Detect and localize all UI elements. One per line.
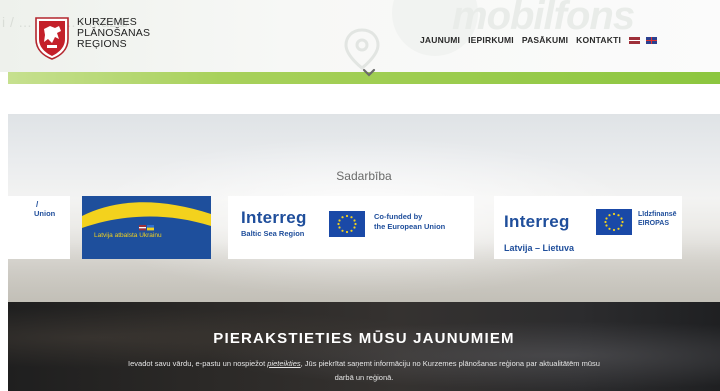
latvian-flag-icon[interactable]: [629, 36, 641, 44]
interreg-bsr-subtitle: Baltic Sea Region: [241, 229, 305, 238]
cofunded-line-2: the European Union: [374, 222, 446, 231]
partner-logo-ukraine[interactable]: Latvija atbalsta Ukrainu: [82, 196, 211, 259]
partner-logo-interreg-bsr[interactable]: Interreg Baltic Sea Region Co-funded by …: [228, 196, 474, 259]
chevron-down-icon[interactable]: [361, 68, 377, 78]
newsletter-text-before: Ievadot savu vārdu, e-pastu un nospiežot: [128, 359, 268, 368]
nav-item-contacts[interactable]: KONTAKTI: [576, 35, 621, 45]
interreg-lv-lt-subtitle: Latvija – Lietuva: [504, 243, 575, 253]
partners-title: Sadarbība: [336, 169, 392, 183]
partner-logo-interreg-lv-lt[interactable]: Interreg Līdzfinansē EIROPAS Latvija – L…: [494, 196, 682, 259]
newsletter-text-after: , Jūs piekrītat saņemt informāciju no Ku…: [300, 359, 600, 382]
partners-section: Sadarbība / Union Latvija atbalsta Ukrai…: [8, 114, 720, 302]
newsletter-section: PIERAKSTIETIES MŪSU JAUNUMIEM Ievadot sa…: [8, 302, 720, 391]
ukraine-wave-graphic: [82, 202, 211, 231]
ukraine-support-prefix: Latvija atbalsta: [94, 232, 138, 239]
interreg-brand: Interreg: [241, 208, 307, 227]
nav-item-events[interactable]: PASĀKUMI: [522, 35, 568, 45]
background-map-pin-icon: [344, 28, 380, 70]
carousel-prev-icon[interactable]: [18, 218, 30, 236]
newsletter-description: Ievadot savu vārdu, e-pastu un nospiežot…: [128, 357, 600, 385]
logo-text: KURZEMES PLĀNOŠANAS REĢIONS: [77, 17, 150, 50]
eu-flag-icon: [596, 209, 632, 235]
nav-item-procurements[interactable]: IEPIRKUMI: [468, 35, 514, 45]
cofunded-text: Co-funded by the European Union: [374, 212, 445, 232]
ukraine-support-highlight: Ukrainu: [139, 232, 162, 239]
eu-flag-icon: [329, 211, 365, 237]
site-header: i / ... ... / ... / mazā/ mobilfons KURZ…: [0, 0, 720, 88]
cofunded-line-1: Co-funded by: [374, 212, 423, 221]
carousel-next-icon[interactable]: [671, 218, 683, 236]
newsletter-signup-link[interactable]: pieteikties: [267, 359, 300, 368]
ukraine-support-text: Latvija atbalsta Ukrainu: [94, 232, 162, 239]
main-navigation: JAUNUMI IEPIRKUMI PASĀKUMI KONTAKTI: [420, 35, 663, 45]
eu-union-text: Union: [34, 209, 56, 218]
background-brand-text: mobilfons: [452, 0, 635, 38]
interreg-brand: Interreg: [504, 212, 570, 231]
newsletter-title: PIERAKSTIETIES MŪSU JAUNUMIEM: [213, 330, 515, 347]
site-logo[interactable]: KURZEMES PLĀNOŠANAS REĢIONS: [33, 15, 150, 61]
eu-slash: /: [36, 200, 39, 209]
coat-of-arms-icon: [35, 17, 69, 60]
logo-line-3: REĢIONS: [77, 38, 127, 50]
english-flag-icon[interactable]: [646, 36, 658, 44]
nav-item-news[interactable]: JAUNUMI: [420, 35, 460, 45]
